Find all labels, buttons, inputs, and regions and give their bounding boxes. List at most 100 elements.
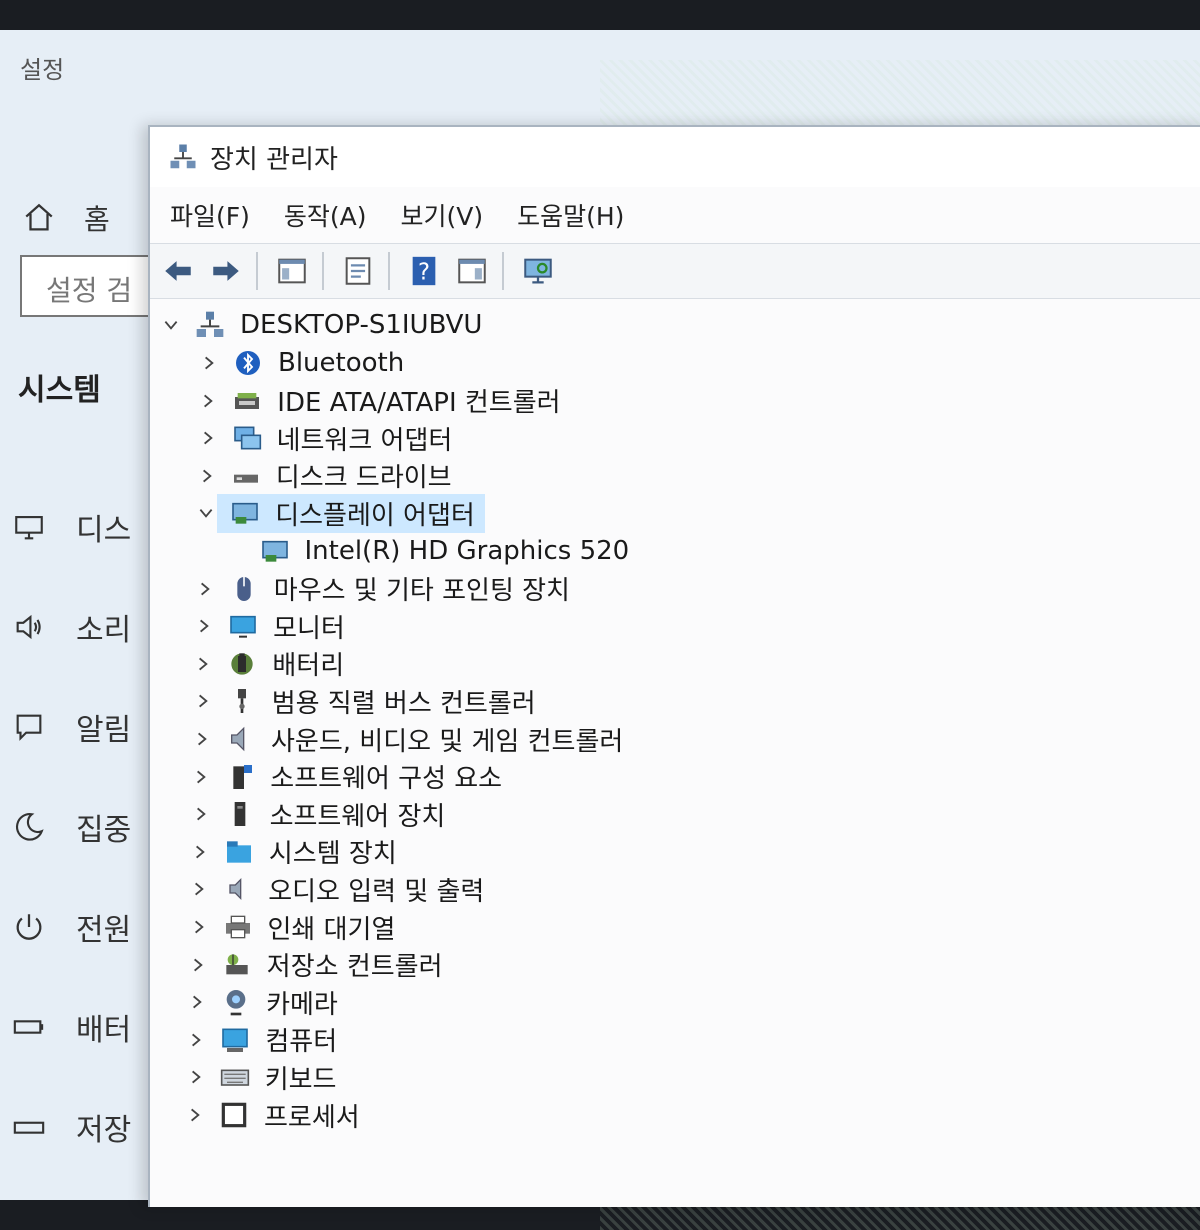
expand-chevron-icon[interactable] <box>184 1104 206 1126</box>
tree-category-item[interactable]: 마우스 및 기타 포인팅 장치 <box>194 571 580 607</box>
tree-category-item[interactable]: 키보드 <box>185 1059 347 1095</box>
tree-category-item[interactable]: 디스플레이 어댑터 <box>195 493 485 533</box>
toolbar-separator <box>256 252 258 290</box>
show-hide-tree-button[interactable] <box>272 251 312 291</box>
menu-bar: 파일(F) 동작(A) 보기(V) 도움말(H) <box>150 189 1200 241</box>
back-arrow-icon <box>165 261 191 281</box>
settings-nav-display[interactable]: 디스 <box>12 505 131 549</box>
forward-button[interactable] <box>206 251 246 291</box>
tree-category-item[interactable]: IDE ATA/ATAPI 컨트롤러 <box>197 383 570 419</box>
processor-icon <box>221 1102 247 1128</box>
expand-chevron-icon[interactable] <box>185 1029 207 1051</box>
toolbar-separator <box>388 252 390 290</box>
moon-icon <box>16 813 44 841</box>
tree-category-item[interactable]: 디스크 드라이브 <box>196 458 462 494</box>
settings-nav-storage[interactable]: 저장 <box>12 1105 131 1149</box>
tree-item-label: 디스플레이 어댑터 <box>275 500 475 531</box>
expand-chevron-icon[interactable] <box>187 954 209 976</box>
tree-category-item[interactable]: 오디오 입력 및 출력 <box>188 871 494 907</box>
expand-chevron-icon[interactable] <box>198 352 220 374</box>
menu-view[interactable]: 보기(V) <box>401 197 484 233</box>
tree-item-label: 프로세서 <box>264 1102 360 1133</box>
svg-text:?: ? <box>418 260 430 286</box>
title-bar[interactable]: 장치 관리자 <box>150 127 1200 187</box>
menu-help[interactable]: 도움말(H) <box>517 197 624 233</box>
display-adapter-icon <box>232 503 258 525</box>
mouse-icon <box>237 576 251 601</box>
tree-item-content: 배터리 <box>214 644 354 683</box>
expand-chevron-icon[interactable] <box>197 390 219 412</box>
properties-button[interactable] <box>338 251 378 291</box>
expand-chevron-icon[interactable] <box>192 653 214 675</box>
tree-item-content: 디스플레이 어댑터 <box>217 493 485 533</box>
tree-item-content: 범용 직렬 버스 컨트롤러 <box>214 682 546 721</box>
tree-category-item[interactable]: 소프트웨어 구성 요소 <box>190 759 512 795</box>
settings-nav-notifications[interactable]: 알림 <box>12 705 131 749</box>
tree-item-label: 저장소 컨트롤러 <box>266 952 443 983</box>
collapse-chevron-icon[interactable] <box>160 314 182 336</box>
tree-category-item[interactable]: 카메라 <box>186 984 348 1020</box>
settings-title: 설정 <box>20 56 65 84</box>
tree-device-item[interactable]: Intel(R) HD Graphics 520 <box>247 533 640 569</box>
tree-item-content: 소프트웨어 장치 <box>212 795 456 834</box>
software-device-icon <box>234 802 245 827</box>
tree-category-item[interactable]: 인쇄 대기열 <box>188 909 406 945</box>
tree-category-item[interactable]: Bluetooth <box>198 345 414 381</box>
tree-category-item[interactable]: 범용 직렬 버스 컨트롤러 <box>192 683 546 719</box>
tree-item-label: Intel(R) HD Graphics 520 <box>304 536 630 566</box>
expand-chevron-icon[interactable] <box>192 690 214 712</box>
tree-item-label: 범용 직렬 버스 컨트롤러 <box>271 688 536 719</box>
expand-chevron-icon[interactable] <box>197 427 219 449</box>
tree-category-item[interactable]: 소프트웨어 장치 <box>190 796 456 832</box>
tree-category-item[interactable]: 프로세서 <box>184 1097 370 1133</box>
settings-nav-power[interactable]: 전원 <box>12 905 131 949</box>
menu-action[interactable]: 동작(A) <box>284 197 367 233</box>
scan-hardware-button[interactable] <box>518 251 558 291</box>
tree-item-label: 키보드 <box>264 1064 337 1095</box>
action-pane-button[interactable] <box>452 251 492 291</box>
tree-category-item[interactable]: 배터리 <box>192 646 354 682</box>
properties-icon <box>345 257 371 285</box>
tree-item-label: 배터리 <box>272 651 345 682</box>
keyboard-icon <box>220 1069 249 1087</box>
expand-chevron-icon[interactable] <box>189 841 211 863</box>
tree-category-item[interactable]: 저장소 컨트롤러 <box>187 947 453 983</box>
expand-chevron-icon[interactable] <box>188 916 210 938</box>
expand-chevron-icon[interactable] <box>185 1066 207 1088</box>
disk-drive-icon <box>233 474 258 483</box>
back-button[interactable] <box>158 251 198 291</box>
tree-category-item[interactable]: 컴퓨터 <box>185 1022 347 1058</box>
settings-section-label: 시스템 <box>18 373 101 408</box>
settings-nav-battery[interactable]: 배터 <box>12 1005 131 1049</box>
audio-io-icon <box>229 878 242 901</box>
settings-nav-sound[interactable]: 소리 <box>12 605 131 649</box>
nav-label: 저장 <box>76 1113 132 1148</box>
expand-chevron-icon[interactable] <box>191 728 213 750</box>
settings-home-link[interactable]: 홈 <box>22 198 110 238</box>
expand-chevron-icon[interactable] <box>188 878 210 900</box>
root-label: DESKTOP-S1IUBVU <box>240 310 483 340</box>
tree-item-content: 오디오 입력 및 출력 <box>210 870 494 909</box>
tree-root[interactable]: DESKTOP-S1IUBVU <box>160 307 486 343</box>
computer-root-icon <box>196 311 224 337</box>
settings-nav-focus[interactable]: 집중 <box>12 805 131 849</box>
scan-hardware-icon <box>524 258 552 284</box>
expand-chevron-icon[interactable] <box>190 766 212 788</box>
collapse-chevron-icon[interactable] <box>195 502 217 524</box>
expand-chevron-icon[interactable] <box>194 578 216 600</box>
expand-chevron-icon[interactable] <box>186 991 208 1013</box>
expand-chevron-icon[interactable] <box>193 615 215 637</box>
home-icon <box>25 203 53 231</box>
menu-file[interactable]: 파일(F) <box>170 197 250 233</box>
tree-category-item[interactable]: 사운드, 비디오 및 게임 컨트롤러 <box>191 721 633 757</box>
speaker-icon <box>16 614 41 640</box>
help-button[interactable]: ? <box>404 251 444 291</box>
nav-label: 소리 <box>76 613 132 648</box>
tree-item-content: IDE ATA/ATAPI 컨트롤러 <box>219 381 570 420</box>
expand-chevron-icon[interactable] <box>196 465 218 487</box>
toolbar-separator <box>502 252 504 290</box>
tree-category-item[interactable]: 시스템 장치 <box>189 834 407 870</box>
tree-category-item[interactable]: 네트워크 어댑터 <box>197 420 463 456</box>
expand-chevron-icon[interactable] <box>190 803 212 825</box>
tree-category-item[interactable]: 모니터 <box>193 608 355 644</box>
